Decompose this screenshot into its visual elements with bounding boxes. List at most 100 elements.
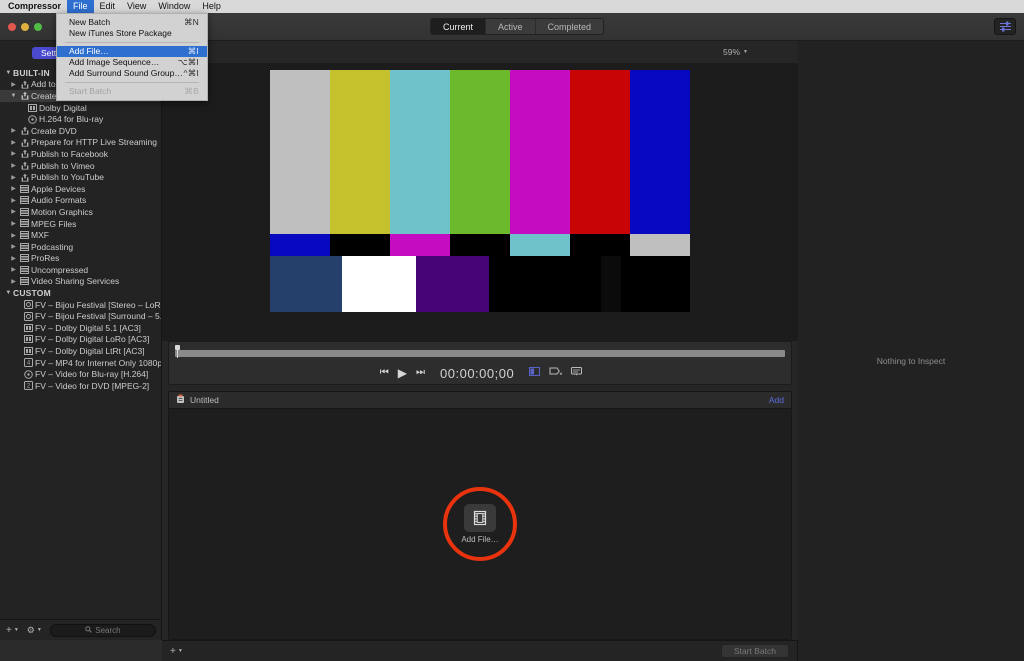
sidebar-item-mpeg-files[interactable]: ▶ MPEG Files [0,218,161,230]
zoom-control[interactable]: 59% ▼ [723,47,748,57]
stack-icon [18,208,31,216]
tab-current[interactable]: Current [431,19,486,35]
compress-icon [22,312,35,321]
menu-option-new-batch[interactable]: New Batch ⌘N [57,17,207,28]
sidebar-item-label: Apple Devices [31,184,85,194]
chevron-down-icon: ▼ [37,627,42,633]
batch-filter-segmented-control[interactable]: Current Active Completed [430,18,604,35]
sidebar-item-mxf[interactable]: ▶ MXF [0,229,161,241]
menu-item-edit[interactable]: Edit [94,0,122,13]
playhead-handle[interactable] [175,345,180,358]
color-bar [510,70,570,234]
skip-to-start-icon[interactable]: ⏮ [380,368,389,378]
chevron-right-icon: ▶ [9,150,18,157]
sidebar-item-label: FV – Bijou Festival [Stereo – LoRo] [35,300,161,310]
chevron-right-icon: ▶ [9,220,18,227]
close-button[interactable] [8,23,16,31]
sidebar-item-publish-to-vimeo[interactable]: ▶ Publish to Vimeo [0,160,161,172]
batch-drop-area[interactable]: Add File… [169,409,791,639]
chevron-right-icon: ▶ [9,81,18,88]
menu-item-window[interactable]: Window [152,0,196,13]
menu-option-label: Start Batch [69,86,184,97]
sidebar-item-motion-graphics[interactable]: ▶ Motion Graphics [0,206,161,218]
sidebar-item-h264-for-blu-ray[interactable]: H.264 for Blu-ray [0,113,161,125]
scrubber-track[interactable] [175,350,785,357]
menu-item-compressor[interactable]: Compressor [6,0,67,13]
menu-option-add-image-sequence[interactable]: Add Image Sequence… ⌥⌘I [57,57,207,68]
sidebar-item-audio-formats[interactable]: ▶ Audio Formats [0,195,161,207]
sidebar-item-fv-bijou-festival-stereo[interactable]: FV – Bijou Festival [Stereo – LoRo] [0,299,161,311]
tab-active[interactable]: Active [486,19,536,35]
sidebar-item-label: H.264 for Blu-ray [39,114,103,124]
add-setting-button[interactable]: + ▼ [6,625,19,636]
color-bar [489,256,601,312]
stack-icon [18,185,31,193]
color-bar [510,234,570,256]
batch-panel: Untitled Add [168,391,792,640]
sidebar-item-fv-video-for-dvd[interactable]: 2 FV – Video for DVD [MPEG-2] [0,380,161,392]
gear-icon: ⚙ [27,625,35,636]
sidebar-item-fv-dolby-digital-51[interactable]: FV – Dolby Digital 5.1 [AC3] [0,322,161,334]
sidebar-item-label: FV – Dolby Digital LtRt [AC3] [35,346,145,356]
center-pane: 59% ▼ [162,41,798,640]
menu-option-add-file[interactable]: Add File… ⌘I [57,46,207,57]
sidebar-item-video-sharing-services[interactable]: ▶ Video Sharing Services [0,276,161,288]
chevron-down-icon: ▼ [14,627,19,633]
settings-action-button[interactable]: ⚙ ▼ [27,625,42,636]
start-batch-button[interactable]: Start Batch [721,644,789,658]
tab-completed[interactable]: Completed [536,19,604,35]
sidebar-item-uncompressed[interactable]: ▶ Uncompressed [0,264,161,276]
add-batch-button[interactable]: + ▼ [170,646,183,657]
sidebar-item-fv-bijou-festival-surround[interactable]: FV – Bijou Festival [Surround – 5.1] [0,310,161,322]
sidebar-item-fv-dolby-digital-loro[interactable]: FV – Dolby Digital LoRo [AC3] [0,334,161,346]
batch-add-link[interactable]: Add [769,395,784,405]
sidebar-item-label: Create DVD [31,126,77,136]
chevron-right-icon: ▶ [9,197,18,204]
sidebar-item-podcasting[interactable]: ▶ Podcasting [0,241,161,253]
sidebar-item-apple-devices[interactable]: ▶ Apple Devices [0,183,161,195]
menu-item-file[interactable]: File [67,0,94,13]
play-icon[interactable]: ▶ [398,367,407,379]
sidebar-item-publish-to-facebook[interactable]: ▶ Publish to Facebook [0,148,161,160]
batch-name[interactable]: Untitled [190,395,769,405]
zoom-button[interactable] [34,23,42,31]
file-menu-dropdown: New Batch ⌘N New iTunes Store Package Ad… [56,13,208,101]
skip-to-end-icon[interactable]: ⏭ [416,368,425,378]
inspector-empty-message: Nothing to Inspect [798,356,1024,366]
sidebar-item-create-dvd[interactable]: ▶ Create DVD [0,125,161,137]
stack-icon [18,243,31,251]
sidebar-item-prepare-for-http-live-streaming[interactable]: ▶ Prepare for HTTP Live Streaming [0,137,161,149]
audio-icon [26,104,39,112]
search-input[interactable]: Search [50,624,156,637]
split-view-icon[interactable] [529,367,540,379]
menu-item-help[interactable]: Help [196,0,227,13]
sidebar-item-prores[interactable]: ▶ ProRes [0,253,161,265]
sidebar-item-fv-mp4-for-internet-only-1080p[interactable]: 4 FV – MP4 for Internet Only 1080p… [0,357,161,369]
sidebar-item-label: Publish to YouTube [31,172,104,182]
batch-bottom-bar: + ▼ Start Batch [162,640,798,661]
caption-icon[interactable] [571,367,582,379]
batch-header: Untitled Add [169,392,791,409]
sidebar-item-publish-to-youtube[interactable]: ▶ Publish to YouTube [0,171,161,183]
sidebar-item-dolby-digital[interactable]: Dolby Digital [0,102,161,114]
chevron-down-icon: ▼ [743,49,748,55]
menu-option-shortcut: ^⌘I [184,68,199,79]
color-bar [450,70,510,234]
menu-option-new-itunes-store-package[interactable]: New iTunes Store Package [57,28,207,39]
chevron-right-icon: ▶ [9,185,18,192]
menu-item-view[interactable]: View [121,0,152,13]
add-file-drop-target[interactable]: Add File… [443,487,517,561]
inspector-toggle-icon[interactable] [994,18,1016,35]
audio-icon [22,335,35,343]
share-icon [18,80,31,89]
plus-icon: + [6,625,12,636]
marker-icon[interactable] [549,367,562,379]
sidebar-item-fv-dolby-digital-ltrt[interactable]: FV – Dolby Digital LtRt [AC3] [0,345,161,357]
timecode-display: 00:00:00;00 [440,366,514,381]
sidebar-item-fv-video-for-blu-ray[interactable]: FV – Video for Blu-ray [H.264] [0,368,161,380]
color-bars-preview [270,70,690,312]
transport-bar: ⏮ ▶ ⏭ 00:00:00;00 [168,341,792,385]
menu-option-add-surround-sound-group[interactable]: Add Surround Sound Group… ^⌘I [57,68,207,79]
minimize-button[interactable] [21,23,29,31]
tree-group-custom[interactable]: ▼ CUSTOM [0,287,161,299]
